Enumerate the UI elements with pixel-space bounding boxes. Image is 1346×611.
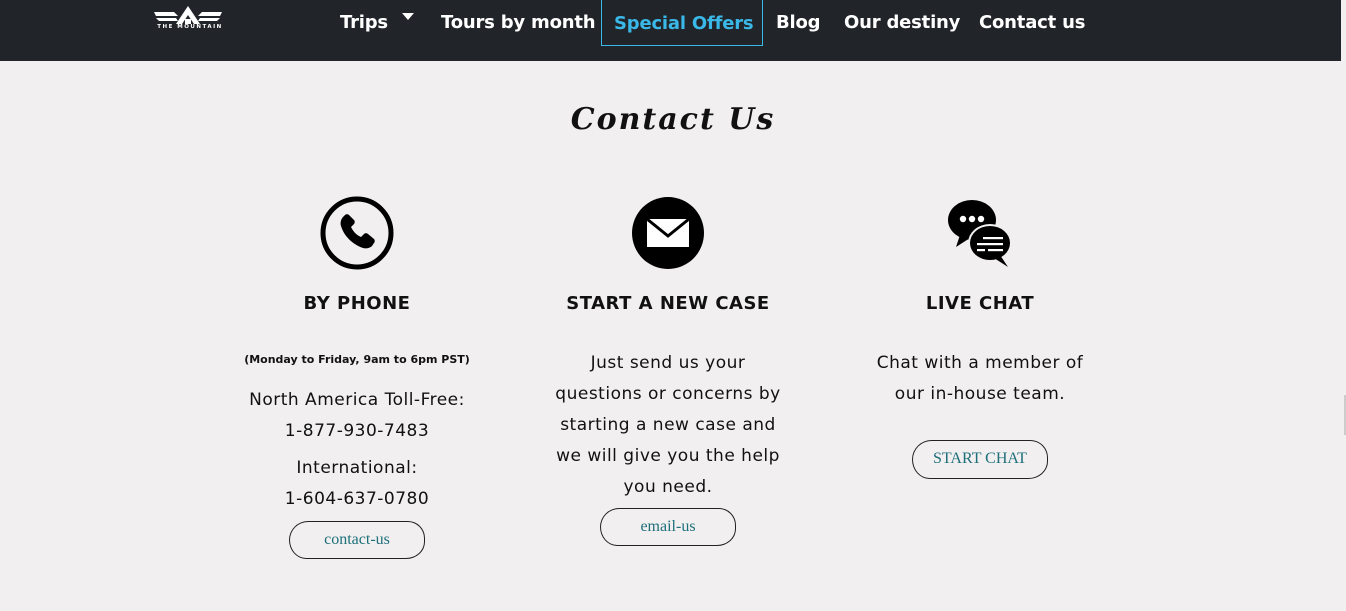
nav-tours-by-month[interactable]: Tours by month (441, 0, 596, 46)
contact-us-button[interactable]: contact-us (289, 521, 425, 559)
new-case-section: START A NEW CASE Just send us your quest… (518, 195, 818, 546)
international-number: 1-604-637-0780 (284, 489, 430, 509)
phone-section: BY PHONE (Monday to Friday, 9am to 6pm P… (207, 195, 507, 559)
new-case-line-4: we will give you the help (556, 446, 780, 466)
new-case-line-3: starting a new case and (560, 415, 776, 435)
international-label: International: (296, 458, 418, 478)
nav-blog[interactable]: Blog (776, 0, 821, 46)
nav-contact-us[interactable]: Contact us (979, 0, 1085, 46)
phone-icon (320, 196, 394, 270)
live-chat-line-2: our in-house team. (894, 384, 1066, 404)
new-case-line-5: you need. (623, 477, 713, 497)
envelope-icon (632, 197, 704, 269)
phone-hours-note: (Monday to Friday, 9am to 6pm PST) (244, 353, 470, 366)
start-chat-button[interactable]: START CHAT (912, 440, 1048, 479)
logo-text: THE MOUNTAIN (157, 24, 223, 30)
nav-special-offers[interactable]: Special Offers (601, 0, 763, 46)
new-case-line-2: questions or concerns by (555, 384, 781, 404)
top-navbar: THE MOUNTAIN Trips Tours by month Specia… (0, 0, 1341, 61)
page-title: Contact Us (570, 102, 776, 137)
nav-trips[interactable]: Trips (340, 0, 388, 46)
email-us-button[interactable]: email-us (600, 508, 736, 546)
chevron-down-icon[interactable] (402, 13, 414, 20)
live-chat-section: LIVE CHAT Chat with a member of our in-h… (830, 195, 1130, 479)
toll-free-number: 1-877-930-7483 (284, 421, 430, 441)
new-case-heading: START A NEW CASE (566, 293, 770, 314)
live-chat-line-1: Chat with a member of (876, 353, 1084, 373)
new-case-line-1: Just send us your (590, 353, 746, 373)
chat-bubbles-icon (948, 200, 1012, 267)
live-chat-heading: LIVE CHAT (925, 293, 1035, 314)
phone-heading: BY PHONE (303, 293, 411, 314)
nav-our-destiny[interactable]: Our destiny (844, 0, 960, 46)
toll-free-label: North America Toll-Free: (249, 390, 465, 410)
